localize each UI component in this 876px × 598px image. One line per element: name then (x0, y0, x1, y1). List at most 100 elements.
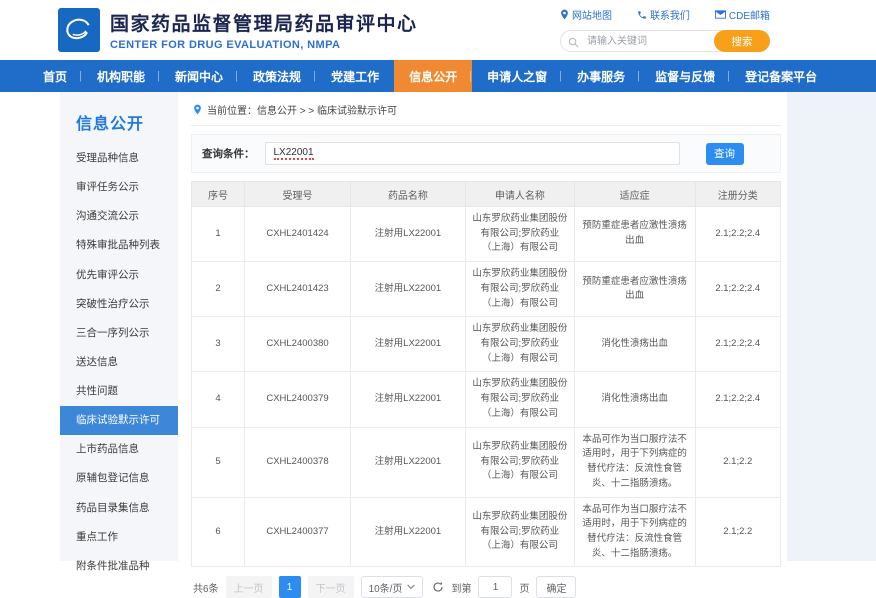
col-header-drug-name: 药品名称 (351, 182, 466, 207)
goto-prefix-label: 到第 (451, 580, 471, 595)
cde-mail-label: CDE邮箱 (729, 7, 770, 22)
cell-applicant: 山东罗欣药业集团股份有限公司;罗欣药业（上海）有限公司 (465, 427, 574, 497)
page-size-select[interactable]: 10条/页 (361, 576, 424, 598)
sidebar-item-priority-review[interactable]: 优先审评公示 (60, 261, 178, 290)
main-nav: 首页 机构职能 新闻中心 政策法规 党建工作 信息公开 申请人之窗 办事服务 监… (0, 60, 876, 92)
nav-item-org[interactable]: 机构职能 (82, 60, 160, 92)
prev-page-button[interactable]: 上一页 (226, 576, 272, 598)
brand-titles: 国家药品监督管理局药品审评中心 CENTER FOR DRUG EVALUATI… (110, 9, 418, 51)
table-header-row: 序号 受理号 药品名称 申请人名称 适应症 注册分类 (192, 182, 781, 207)
quick-links: 网站地图 联系我们 CDE邮箱 (560, 7, 770, 22)
cell-drug-name: 注射用LX22001 (351, 372, 466, 427)
page-1-button[interactable]: 1 (279, 576, 301, 598)
contact-label: 联系我们 (650, 7, 690, 22)
sidebar: 信息公开 受理品种信息 审评任务公示 沟通交流公示 特殊审批品种列表 优先审评公… (60, 92, 178, 561)
query-value: LX22001 (274, 147, 314, 160)
sidebar-item-key-work[interactable]: 重点工作 (60, 523, 178, 552)
cell-drug-name: 注射用LX22001 (351, 317, 466, 372)
header-utility-area: 网站地图 联系我们 CDE邮箱 搜索 (560, 7, 770, 52)
cell-index: 5 (192, 427, 245, 497)
nav-item-party[interactable]: 党建工作 (316, 60, 394, 92)
nav-item-feedback[interactable]: 监督与反馈 (640, 60, 730, 92)
site-logo-link[interactable]: 国家药品监督管理局药品审评中心 CENTER FOR DRUG EVALUATI… (58, 8, 418, 52)
query-button[interactable]: 查询 (706, 143, 744, 165)
cell-indication: 预防重症患者应激性溃疡出血 (574, 207, 695, 262)
nav-item-applicant[interactable]: 申请人之窗 (472, 60, 562, 92)
cell-index: 4 (192, 372, 245, 427)
sidebar-item-conditional-approval[interactable]: 附条件批准品种 (60, 552, 178, 581)
nav-item-registration-platform[interactable]: 登记备案平台 (730, 60, 832, 92)
sidebar-item-special-approval[interactable]: 特殊审批品种列表 (60, 231, 178, 260)
nav-item-policy[interactable]: 政策法规 (238, 60, 316, 92)
nav-item-info-disclosure[interactable]: 信息公开 (394, 60, 472, 92)
results-table: 序号 受理号 药品名称 申请人名称 适应症 注册分类 1 CXHL2401424… (191, 181, 781, 567)
sidebar-item-marketed-drugs[interactable]: 上市药品信息 (60, 435, 178, 464)
col-header-applicant: 申请人名称 (465, 182, 574, 207)
search-icon (568, 35, 579, 53)
refresh-icon[interactable] (432, 581, 444, 593)
sidebar-item-clinical-trial-implied-license[interactable]: 临床试验默示许可 (60, 406, 178, 435)
cell-reg-class: 2.1;2.2 (695, 427, 780, 497)
cell-index: 3 (192, 317, 245, 372)
site-title-en: CENTER FOR DRUG EVALUATION, NMPA (110, 39, 418, 51)
sidebar-item-excipient-registration[interactable]: 原辅包登记信息 (60, 464, 178, 493)
col-header-indication: 适应症 (574, 182, 695, 207)
map-pin-icon (560, 9, 569, 20)
cell-indication: 消化性溃疡出血 (574, 372, 695, 427)
contact-link[interactable]: 联系我们 (637, 7, 690, 22)
cell-drug-name: 注射用LX22001 (351, 427, 466, 497)
cell-index: 6 (192, 497, 245, 567)
query-panel: 查询条件： LX22001 查询 (191, 134, 781, 173)
cde-mail-link[interactable]: CDE邮箱 (715, 7, 770, 22)
sidebar-item-accepted-varieties[interactable]: 受理品种信息 (60, 144, 178, 173)
site-title-cn: 国家药品监督管理局药品审评中心 (110, 9, 418, 36)
nav-item-news[interactable]: 新闻中心 (160, 60, 238, 92)
cell-indication: 本品可作为当口服疗法不适用时，用于下列病症的替代疗法：反流性食管炎、十二指肠溃疡… (574, 427, 695, 497)
sidebar-item-review-tasks[interactable]: 审评任务公示 (60, 173, 178, 202)
cell-applicant: 山东罗欣药业集团股份有限公司;罗欣药业（上海）有限公司 (465, 497, 574, 567)
chevron-down-icon (407, 584, 415, 590)
sidebar-item-communication[interactable]: 沟通交流公示 (60, 202, 178, 231)
cell-acceptance-no: CXHL2401423 (245, 262, 351, 317)
nav-item-services[interactable]: 办事服务 (562, 60, 640, 92)
sidebar-item-common-issues[interactable]: 共性问题 (60, 377, 178, 406)
table-row: 4 CXHL2400379 注射用LX22001 山东罗欣药业集团股份有限公司;… (192, 372, 781, 427)
table-row: 5 CXHL2400378 注射用LX22001 山东罗欣药业集团股份有限公司;… (192, 427, 781, 497)
cell-reg-class: 2.1;2.2;2.4 (695, 317, 780, 372)
cell-applicant: 山东罗欣药业集团股份有限公司;罗欣药业（上海）有限公司 (465, 207, 574, 262)
table-row: 6 CXHL2400377 注射用LX22001 山东罗欣药业集团股份有限公司;… (192, 497, 781, 567)
sidebar-item-breakthrough-therapy[interactable]: 突破性治疗公示 (60, 290, 178, 319)
breadcrumb: 当前位置：信息公开 > > 临床试验默示许可 (191, 100, 781, 126)
cell-applicant: 山东罗欣药业集团股份有限公司;罗欣药业（上海）有限公司 (465, 262, 574, 317)
cell-acceptance-no: CXHL2401424 (245, 207, 351, 262)
body-row: 信息公开 受理品种信息 审评任务公示 沟通交流公示 特殊审批品种列表 优先审评公… (0, 92, 876, 561)
cell-indication: 消化性溃疡出血 (574, 317, 695, 372)
goto-confirm-button[interactable]: 确定 (536, 576, 576, 598)
left-margin (0, 92, 60, 561)
goto-page-input[interactable] (478, 576, 512, 598)
cell-reg-class: 2.1;2.2 (695, 497, 780, 567)
cell-acceptance-no: CXHL2400379 (245, 372, 351, 427)
sidebar-item-delivery-info[interactable]: 送达信息 (60, 348, 178, 377)
sidebar-item-three-in-one[interactable]: 三合一序列公示 (60, 319, 178, 348)
cell-indication: 预防重症患者应激性溃疡出血 (574, 262, 695, 317)
phone-icon (637, 10, 647, 20)
cell-drug-name: 注射用LX22001 (351, 262, 466, 317)
nmpa-logo-icon (58, 8, 100, 52)
col-header-index: 序号 (192, 182, 245, 207)
cell-indication: 本品可作为当口服疗法不适用时，用于下列病症的替代疗法：反流性食管炎、十二指肠溃疡… (574, 497, 695, 567)
mail-icon (715, 10, 726, 19)
main-content: 当前位置：信息公开 > > 临床试验默示许可 查询条件： LX22001 查询 … (185, 92, 787, 561)
sitemap-link[interactable]: 网站地图 (560, 7, 612, 22)
next-page-button[interactable]: 下一页 (308, 576, 354, 598)
nav-item-home[interactable]: 首页 (28, 60, 82, 92)
cell-reg-class: 2.1;2.2;2.4 (695, 207, 780, 262)
cell-applicant: 山东罗欣药业集团股份有限公司;罗欣药业（上海）有限公司 (465, 372, 574, 427)
site-search-button[interactable]: 搜索 (714, 30, 770, 52)
page-size-value: 10条/页 (369, 580, 403, 595)
sidebar-item-drug-catalog[interactable]: 药品目录集信息 (60, 494, 178, 523)
col-header-reg-class: 注册分类 (695, 182, 780, 207)
cell-reg-class: 2.1;2.2;2.4 (695, 262, 780, 317)
query-input[interactable]: LX22001 (265, 142, 680, 165)
cell-applicant: 山东罗欣药业集团股份有限公司;罗欣药业（上海）有限公司 (465, 317, 574, 372)
